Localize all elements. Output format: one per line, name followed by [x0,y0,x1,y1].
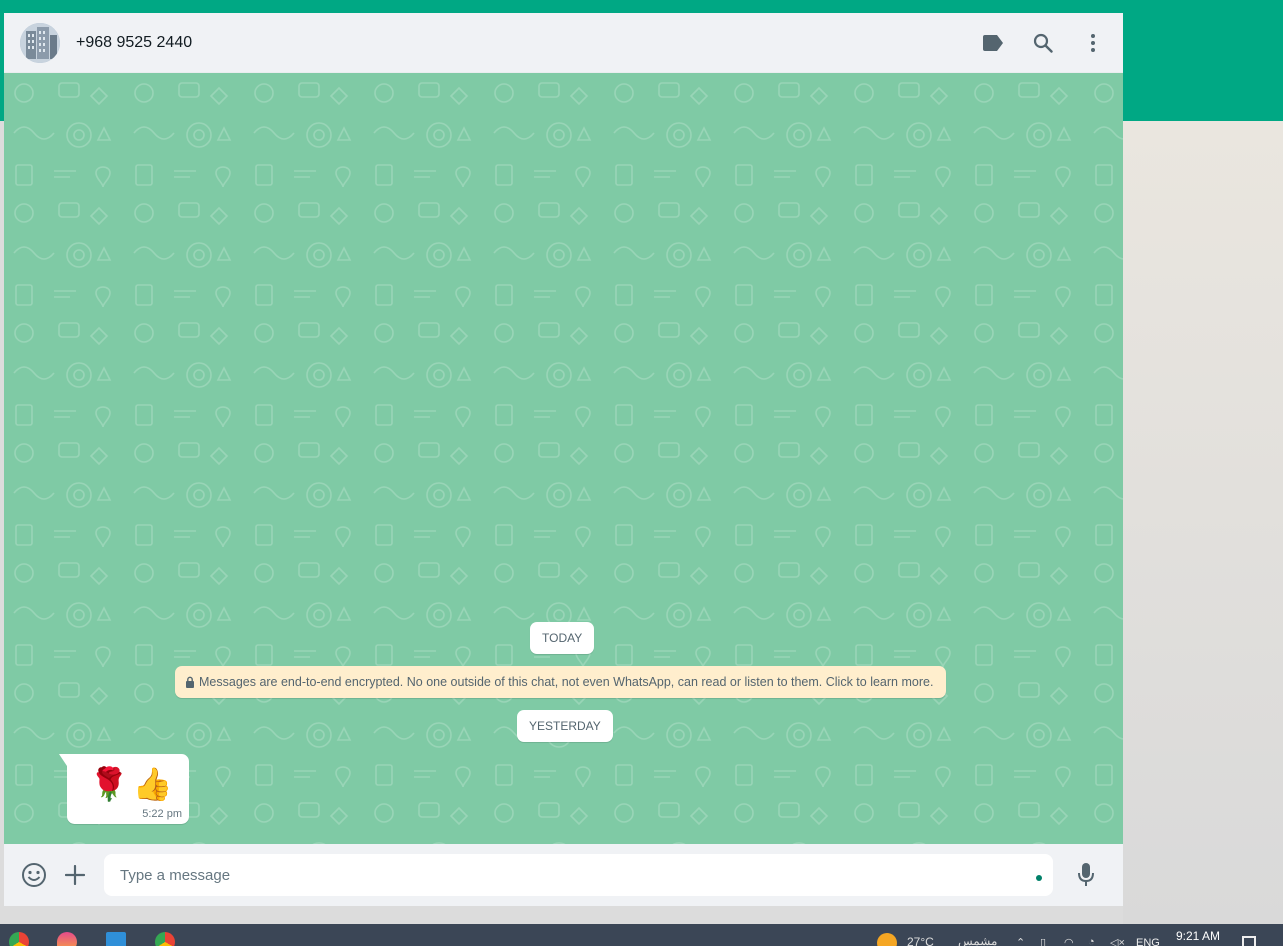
weather-icon[interactable] [877,933,897,946]
search-icon[interactable] [1029,29,1057,57]
encryption-notice[interactable]: Messages are end-to-end encrypted. No on… [175,666,946,698]
taskbar: 27°C مشمس ⌃ ▯ ◠ ◔ ◁× ENG 9:21 AM [0,924,1283,946]
plus-icon[interactable] [61,861,89,889]
emoji-icon[interactable] [20,861,48,889]
notification-icon[interactable] [1242,936,1256,946]
clock-time[interactable]: 9:21 AM [1176,929,1220,943]
mic-icon[interactable] [1072,861,1100,889]
date-chip-yesterday: YESTERDAY [517,710,613,742]
volume-muted-icon[interactable]: ◁× [1110,936,1125,946]
input-indicator-dot [1036,875,1042,881]
date-chip-today: TODAY [530,622,595,654]
right-background [1123,121,1283,924]
composer [4,844,1123,906]
message-text: 🌹👍 [89,766,177,802]
network-icon[interactable]: ◔ [1088,936,1095,946]
app-icon[interactable] [57,932,77,946]
label-icon[interactable] [979,29,1007,57]
chat-window: +968 9525 2440 TODAY Messages are end-to… [4,13,1123,906]
weather-description[interactable]: مشمس [958,934,997,946]
menu-icon[interactable] [1079,29,1107,57]
battery-icon[interactable]: ▯ [1040,936,1046,946]
encryption-notice-text: Messages are end-to-end encrypted. No on… [199,675,934,689]
chrome-icon[interactable] [155,932,175,946]
contact-name[interactable]: +968 9525 2440 [76,34,192,52]
message-input[interactable] [104,854,1053,896]
language-indicator[interactable]: ENG [1136,937,1160,946]
photos-icon[interactable] [106,932,126,946]
message-bubble-incoming[interactable]: 🌹👍 5:22 pm [59,754,189,824]
chevron-up-icon[interactable]: ⌃ [1016,936,1025,946]
avatar[interactable] [20,22,60,63]
bubble-tail [59,754,67,766]
chat-header[interactable]: +968 9525 2440 [4,13,1123,73]
wifi-icon[interactable]: ◠ [1064,936,1074,946]
weather-temperature[interactable]: 27°C [907,935,934,946]
lock-icon [186,676,194,688]
message-list[interactable]: TODAY Messages are end-to-end encrypted.… [4,73,1123,844]
chrome-icon[interactable] [9,932,29,946]
message-time: 5:22 pm [142,808,182,820]
